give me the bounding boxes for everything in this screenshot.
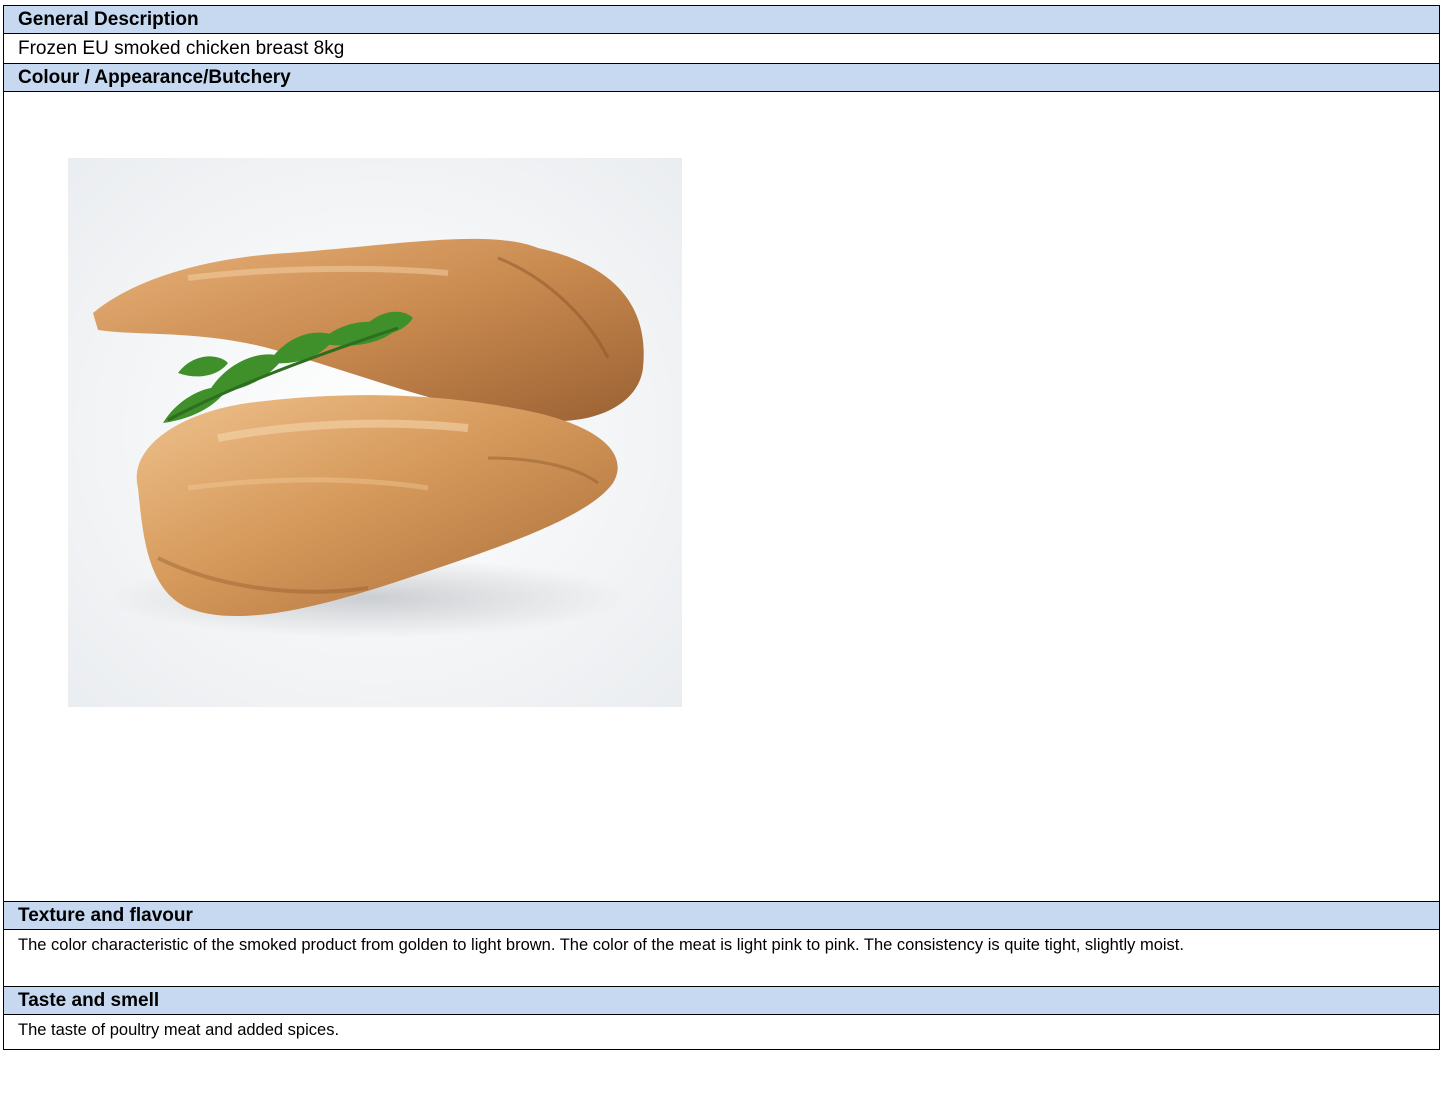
texture-flavour-header-label: Texture and flavour (18, 904, 193, 926)
general-description-text: Frozen EU smoked chicken breast 8kg (18, 37, 345, 59)
taste-smell-header-label: Taste and smell (18, 989, 160, 1011)
taste-smell-text: The taste of poultry meat and added spic… (18, 1021, 340, 1039)
texture-flavour-header: Texture and flavour (4, 902, 1439, 930)
smoked-chicken-breast-photo (68, 158, 682, 707)
general-description-value: Frozen EU smoked chicken breast 8kg (4, 34, 1439, 64)
texture-flavour-text: The color characteristic of the smoked p… (18, 936, 1184, 954)
general-description-header: General Description (4, 6, 1439, 34)
taste-smell-value: The taste of poultry meat and added spic… (4, 1015, 1439, 1049)
appearance-header: Colour / Appearance/Butchery (4, 64, 1439, 92)
texture-flavour-value: The color characteristic of the smoked p… (4, 930, 1439, 987)
appearance-image-cell (4, 92, 1439, 902)
product-spec-table: General Description Frozen EU smoked chi… (3, 5, 1440, 1050)
general-description-header-label: General Description (18, 8, 199, 30)
taste-smell-header: Taste and smell (4, 987, 1439, 1015)
appearance-header-label: Colour / Appearance/Butchery (18, 66, 291, 88)
